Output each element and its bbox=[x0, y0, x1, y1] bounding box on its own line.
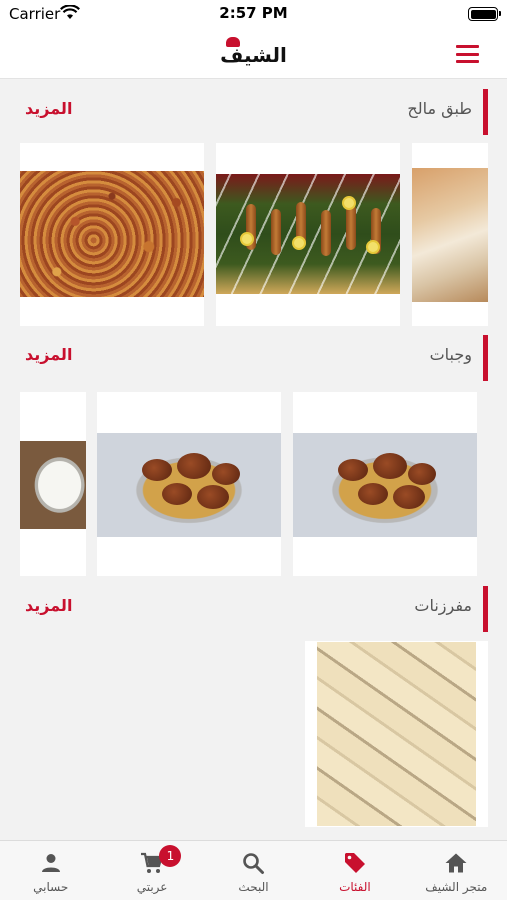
samosa-photo bbox=[317, 642, 476, 826]
sambusa-platter-photo bbox=[216, 174, 400, 294]
cart-badge: 1 bbox=[159, 845, 182, 867]
clock: 2:57 PM bbox=[219, 4, 288, 22]
user-icon bbox=[41, 854, 60, 872]
tab-label: متجر الشيف bbox=[425, 880, 488, 894]
product-card[interactable] bbox=[305, 641, 488, 827]
section-header: مفرزنات المزيد bbox=[0, 586, 507, 632]
section-title: وجبات bbox=[429, 345, 472, 364]
yogurt-dish-photo bbox=[20, 441, 86, 529]
tab-search[interactable]: البحث bbox=[203, 841, 304, 900]
tab-account[interactable]: حسابي bbox=[0, 841, 101, 900]
category-section-frozen: مفرزنات المزيد bbox=[0, 586, 507, 840]
product-card[interactable] bbox=[216, 143, 400, 326]
see-more-link[interactable]: المزيد bbox=[25, 99, 72, 118]
rice-platter-photo bbox=[293, 433, 477, 537]
tab-label: الفئات bbox=[339, 880, 371, 894]
section-accent-bar bbox=[483, 89, 488, 135]
category-section-savory: طبق مالح المزيد bbox=[0, 89, 507, 329]
tab-bar: حسابي 1 عربتي البحث الفئات متجر الشيف bbox=[0, 840, 507, 900]
product-card[interactable] bbox=[412, 143, 488, 326]
rice-platter-photo bbox=[97, 433, 281, 537]
battery-icon bbox=[468, 7, 501, 21]
chef-hat-icon bbox=[226, 37, 241, 47]
section-title: مفرزنات bbox=[414, 596, 472, 615]
tomato-salad-photo bbox=[20, 171, 204, 297]
bread-photo bbox=[412, 168, 488, 302]
search-icon bbox=[243, 853, 265, 874]
tab-label: البحث bbox=[238, 880, 269, 894]
tab-categories[interactable]: الفئات bbox=[304, 841, 405, 900]
hamburger-menu-icon[interactable] bbox=[456, 45, 479, 63]
tab-chef-store[interactable]: متجر الشيف bbox=[406, 841, 507, 900]
tab-cart[interactable]: 1 عربتي bbox=[101, 841, 202, 900]
product-card[interactable] bbox=[20, 392, 86, 576]
status-bar: Carrier 2:57 PM bbox=[0, 0, 507, 30]
section-accent-bar bbox=[483, 335, 488, 381]
see-more-link[interactable]: المزيد bbox=[25, 596, 72, 615]
section-header: وجبات المزيد bbox=[0, 335, 507, 381]
tab-label: حسابي bbox=[33, 880, 69, 894]
product-card[interactable] bbox=[293, 392, 477, 576]
section-accent-bar bbox=[483, 586, 488, 632]
see-more-link[interactable]: المزيد bbox=[25, 345, 72, 364]
nav-bar: الشيف bbox=[0, 30, 507, 79]
category-section-meals: وجبات المزيد bbox=[0, 335, 507, 580]
tag-icon bbox=[344, 853, 365, 873]
section-title: طبق مالح bbox=[407, 99, 472, 118]
app-logo: الشيف bbox=[0, 37, 507, 67]
section-header: طبق مالح المزيد bbox=[0, 89, 507, 135]
tab-label: عربتي bbox=[136, 880, 168, 894]
product-card[interactable] bbox=[20, 143, 204, 326]
home-icon bbox=[445, 853, 467, 873]
product-card[interactable] bbox=[97, 392, 281, 576]
